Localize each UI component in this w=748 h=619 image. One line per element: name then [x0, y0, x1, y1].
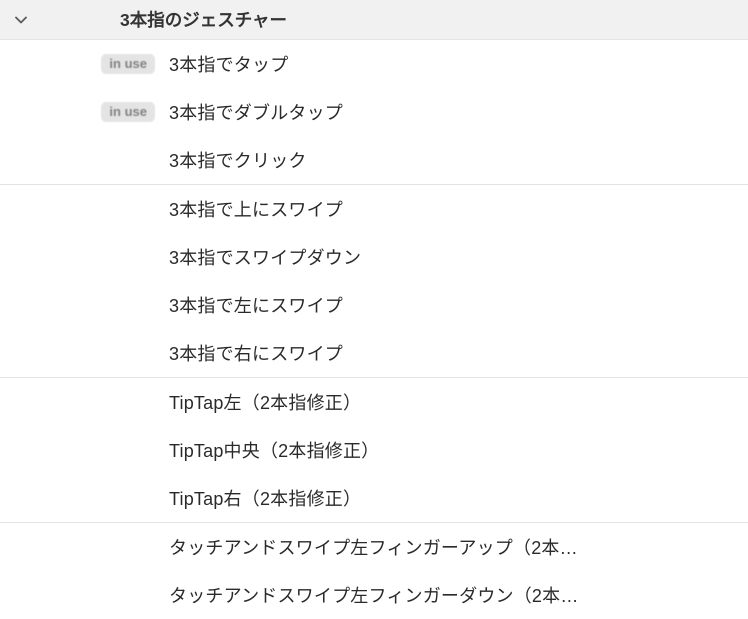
gesture-row[interactable]: タッチアンドスワイプ左フィンガーアップ（2本… [0, 523, 748, 571]
status-column [0, 378, 165, 426]
gesture-row[interactable]: 3本指で左にスワイプ [0, 281, 748, 329]
in-use-badge: in use [101, 54, 155, 74]
gesture-row[interactable]: 3本指で上にスワイプ [0, 185, 748, 233]
status-column: in use [0, 40, 165, 88]
gesture-row[interactable]: 3本指でスワイプダウン [0, 233, 748, 281]
gesture-group: in use 3本指でタップ in use 3本指でダブルタップ 3本指でクリック [0, 40, 748, 185]
gesture-label: TipTap右（2本指修正） [165, 485, 748, 511]
section-title: 3本指のジェスチャー [120, 7, 287, 32]
gesture-group: 3本指で上にスワイプ 3本指でスワイプダウン 3本指で左にスワイプ 3本指で右にスワイ… [0, 185, 748, 378]
gesture-label: TipTap中央（2本指修正） [165, 437, 748, 463]
status-column [0, 233, 165, 281]
gesture-row[interactable]: タッチアンドスワイプ左フィンガーダウン（2本… [0, 571, 748, 619]
gesture-label: 3本指で左にスワイプ [165, 292, 748, 318]
status-column [0, 329, 165, 377]
gesture-label: 3本指でスワイプダウン [165, 244, 748, 270]
gesture-label: タッチアンドスワイプ左フィンガーアップ（2本… [165, 534, 748, 560]
gesture-row[interactable]: in use 3本指でダブルタップ [0, 88, 748, 136]
gesture-label: 3本指で上にスワイプ [165, 196, 748, 222]
gesture-row[interactable]: TipTap左（2本指修正） [0, 378, 748, 426]
gesture-label: 3本指で右にスワイプ [165, 340, 748, 366]
gesture-row[interactable]: 3本指で右にスワイプ [0, 329, 748, 377]
status-column [0, 474, 165, 522]
gesture-label: 3本指でクリック [165, 147, 748, 173]
gesture-label: TipTap左（2本指修正） [165, 389, 748, 415]
gesture-section-header[interactable]: 3本指のジェスチャー [0, 0, 748, 40]
gesture-group: TipTap左（2本指修正） TipTap中央（2本指修正） TipTap右（2本指… [0, 378, 748, 523]
status-column [0, 185, 165, 233]
gesture-label: 3本指でタップ [165, 51, 748, 77]
gesture-label: 3本指でダブルタップ [165, 99, 748, 125]
status-column [0, 281, 165, 329]
gesture-row[interactable]: 3本指でクリック [0, 136, 748, 184]
chevron-down-icon [14, 13, 28, 27]
status-column [0, 136, 165, 184]
gesture-label: タッチアンドスワイプ左フィンガーダウン（2本… [165, 582, 748, 608]
gesture-list: in use 3本指でタップ in use 3本指でダブルタップ 3本指でクリック 3本指… [0, 40, 748, 619]
gesture-row[interactable]: TipTap右（2本指修正） [0, 474, 748, 522]
gesture-group: タッチアンドスワイプ左フィンガーアップ（2本… タッチアンドスワイプ左フィンガーダ… [0, 523, 748, 619]
status-column: in use [0, 88, 165, 136]
in-use-badge: in use [101, 102, 155, 122]
status-column [0, 523, 165, 571]
gesture-row[interactable]: in use 3本指でタップ [0, 40, 748, 88]
status-column [0, 571, 165, 619]
gesture-row[interactable]: TipTap中央（2本指修正） [0, 426, 748, 474]
status-column [0, 426, 165, 474]
